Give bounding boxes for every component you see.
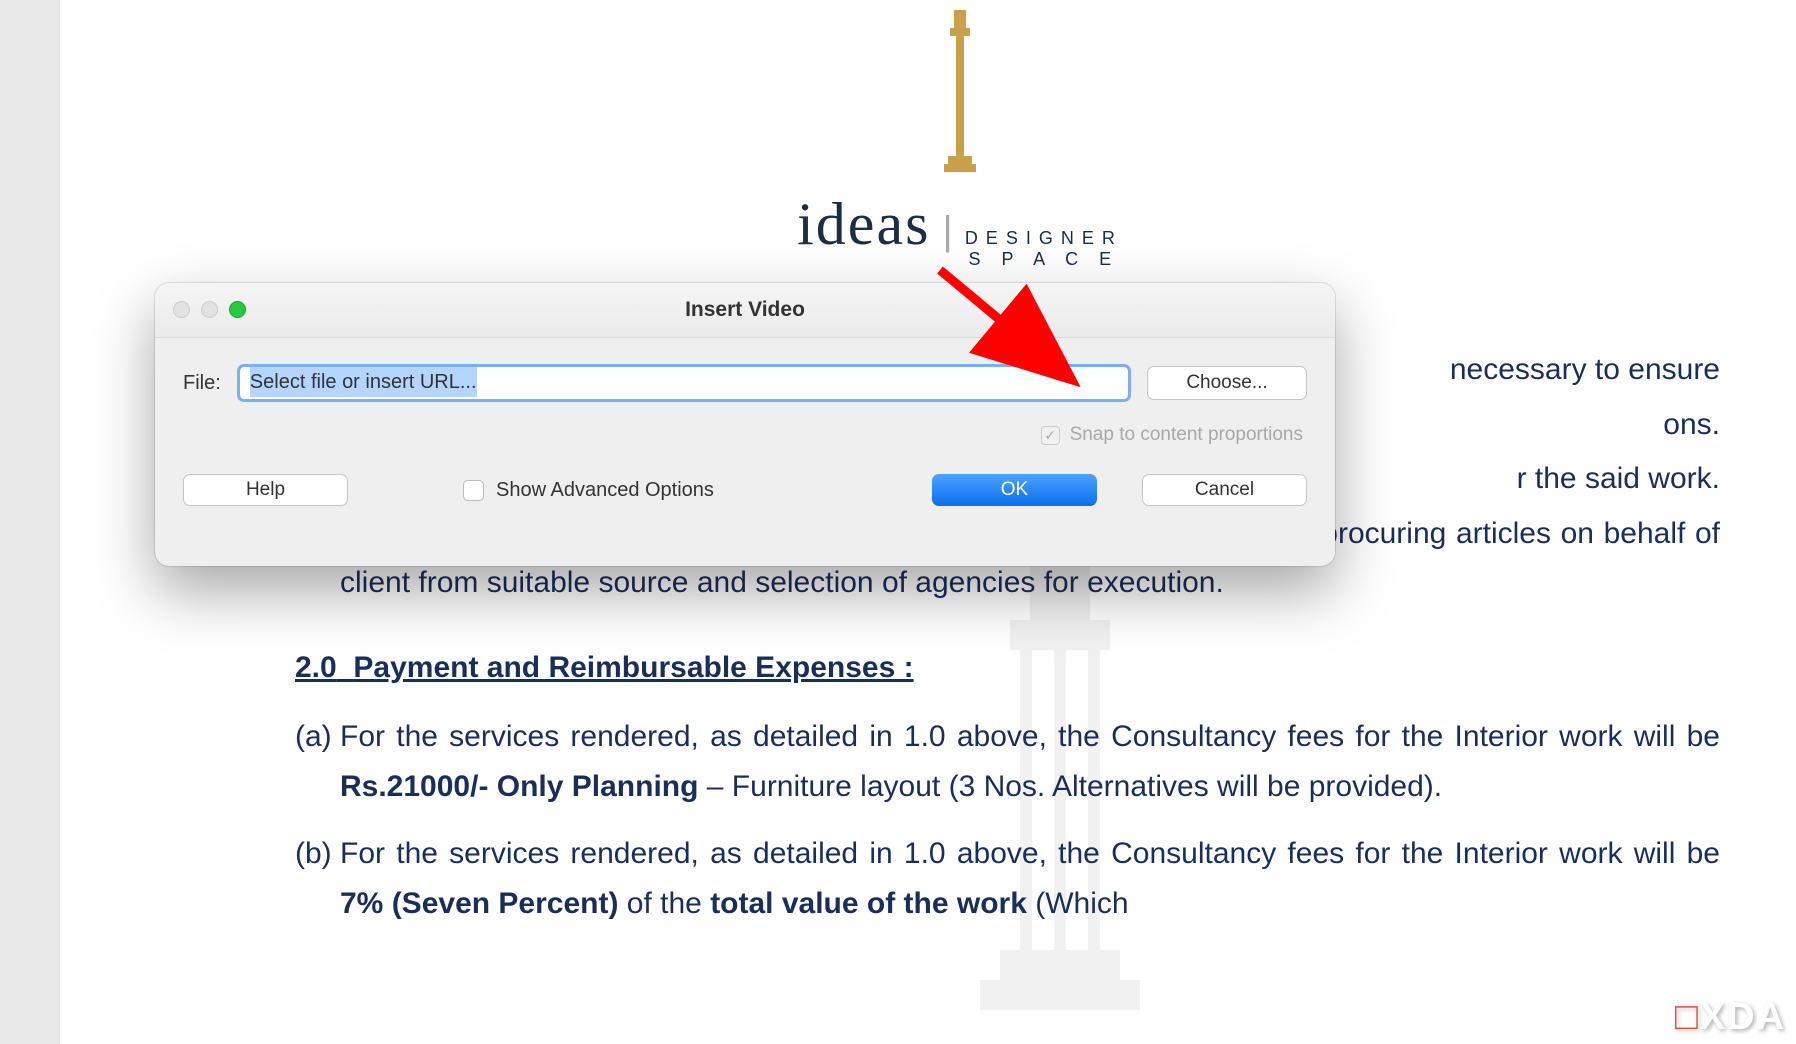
- dialog-title: Insert Video: [155, 298, 1335, 322]
- window-minimize-button[interactable]: [201, 301, 218, 318]
- advanced-options-checkbox[interactable]: Show Advanced Options: [463, 479, 714, 502]
- section-heading: 2.0 Payment and Reimbursable Expenses :: [170, 643, 1750, 693]
- advanced-label: Show Advanced Options: [496, 479, 714, 502]
- item-b: (b) For the services rendered, as detail…: [170, 829, 1750, 928]
- checkbox-icon: ✓: [1041, 426, 1060, 445]
- file-input[interactable]: Select file or insert URL...: [239, 366, 1129, 400]
- help-button[interactable]: Help: [183, 474, 348, 506]
- button-row: Help Show Advanced Options OK Cancel: [183, 474, 1307, 506]
- file-label: File:: [183, 372, 221, 395]
- xda-watermark: □XDA: [1675, 996, 1786, 1039]
- snap-checkbox: ✓ Snap to content proportions: [1041, 424, 1303, 446]
- snap-label: Snap to content proportions: [1070, 424, 1303, 446]
- item-a: (a) For the services rendered, as detail…: [170, 712, 1750, 811]
- insert-video-dialog: Insert Video File: Select file or insert…: [155, 283, 1335, 566]
- window-controls: [173, 301, 246, 318]
- logo-divider: |: [942, 209, 952, 254]
- dialog-body: File: Select file or insert URL... Choos…: [155, 338, 1335, 506]
- dialog-titlebar: Insert Video: [155, 283, 1335, 338]
- cancel-button[interactable]: Cancel: [1142, 474, 1307, 506]
- logo-text: ideas | DESIGNER S P A C E: [170, 190, 1750, 270]
- logo-subtitle: DESIGNER S P A C E: [965, 228, 1123, 270]
- snap-row: ✓ Snap to content proportions: [183, 424, 1307, 446]
- logo-main: ideas: [797, 190, 930, 259]
- choose-button[interactable]: Choose...: [1147, 366, 1307, 400]
- window-close-button[interactable]: [173, 301, 190, 318]
- file-row: File: Select file or insert URL... Choos…: [183, 366, 1307, 400]
- window-maximize-button[interactable]: [229, 301, 246, 318]
- checkbox-icon: [463, 480, 484, 501]
- logo-header: ideas | DESIGNER S P A C E: [170, 0, 1750, 270]
- column-icon: [940, 10, 980, 180]
- ok-button[interactable]: OK: [932, 474, 1097, 506]
